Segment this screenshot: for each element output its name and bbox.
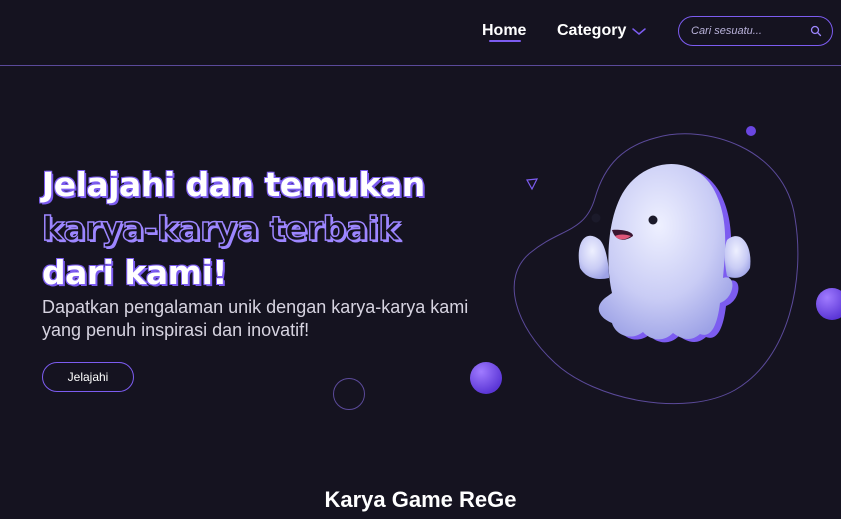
section-title: Karya Game ReGe bbox=[324, 487, 517, 512]
ghost-illustration bbox=[513, 133, 799, 405]
nav-category-dropdown[interactable]: Category bbox=[557, 22, 647, 40]
search-input[interactable] bbox=[691, 25, 810, 37]
nav-home-link[interactable]: Home bbox=[482, 22, 526, 40]
decorative-orb bbox=[470, 362, 502, 394]
decorative-orb-edge bbox=[816, 288, 841, 320]
nav-category-label: Category bbox=[557, 22, 627, 39]
hero-title-line-1: Jelajahi dan temukan bbox=[42, 165, 425, 204]
explore-button[interactable]: Jelajahi bbox=[42, 362, 134, 392]
hero-title-line-2: karya-karya terbaik bbox=[41, 208, 401, 249]
chevron-down-icon bbox=[632, 27, 647, 35]
top-navbar: Home Category bbox=[0, 0, 841, 66]
hero-subtitle: Dapatkan pengalaman unik dengan karya-ka… bbox=[42, 297, 469, 340]
active-nav-indicator bbox=[489, 40, 521, 42]
hero-title-line-3: dari kami! bbox=[42, 253, 227, 292]
decorative-ring bbox=[333, 378, 365, 410]
hero-title: Jelajahi dan temukan karya-karya terbaik… bbox=[41, 163, 502, 295]
search-icon[interactable] bbox=[810, 25, 822, 37]
search-bar[interactable] bbox=[678, 16, 833, 46]
